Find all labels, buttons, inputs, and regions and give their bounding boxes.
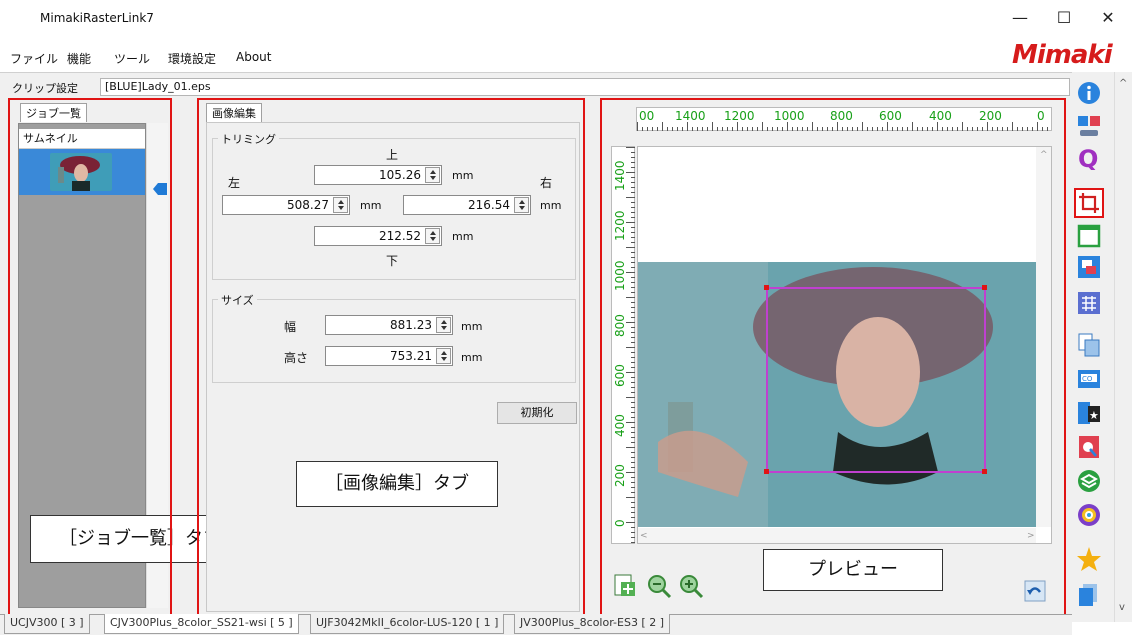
maximize-button[interactable]: ☐ xyxy=(1044,6,1084,30)
tab-printer-ucjv300[interactable]: UCJV300 [ 3 ] xyxy=(4,614,90,634)
color-adjust-icon[interactable] xyxy=(1076,502,1102,528)
menu-settings[interactable]: 環境設定 xyxy=(168,50,216,67)
print-icon[interactable] xyxy=(1076,582,1102,608)
preview-panel-highlight xyxy=(600,98,1066,618)
tile-icon[interactable] xyxy=(1076,254,1102,280)
copy-icon[interactable] xyxy=(1076,332,1102,358)
layout-icon[interactable] xyxy=(1076,223,1102,249)
tab-printer-ujf3042[interactable]: UJF3042MkII_6color-LUS-120 [ 1 ] xyxy=(310,614,505,634)
svg-text:CO: CO xyxy=(1082,375,1093,383)
info-icon[interactable] xyxy=(1076,80,1102,106)
layer-icon[interactable] xyxy=(1076,468,1102,494)
favorites-icon[interactable] xyxy=(1076,546,1102,572)
menu-function[interactable]: 機能 xyxy=(67,50,91,67)
color-replace-icon[interactable]: CO xyxy=(1076,366,1102,392)
menu-file[interactable]: ファイル xyxy=(10,50,58,67)
tab-printer-jv300plus[interactable]: JV300Plus_8color-ES3 [ 2 ] xyxy=(514,614,671,634)
toolbar-scroll-up-icon[interactable]: ^ xyxy=(1119,78,1127,89)
minimize-button[interactable]: — xyxy=(1000,6,1040,30)
svg-text:Q: Q xyxy=(1078,145,1098,170)
function-toolbar-scrollbar[interactable]: ^ v xyxy=(1114,72,1132,622)
step-repeat-icon[interactable] xyxy=(1076,290,1102,316)
crop-icon[interactable] xyxy=(1076,190,1102,216)
window-title: MimakiRasterLink7 xyxy=(40,11,154,25)
special-plate-icon[interactable]: ★ xyxy=(1076,400,1102,426)
clip-settings-label: クリップ設定 xyxy=(12,82,78,95)
toolbar-scroll-down-icon[interactable]: v xyxy=(1119,602,1125,613)
mimaki-logo: Mimaki xyxy=(1012,40,1113,70)
quality-icon[interactable]: Q xyxy=(1076,144,1102,170)
svg-text:★: ★ xyxy=(1089,409,1099,422)
close-button[interactable]: ✕ xyxy=(1088,6,1128,30)
clip-file-field: [BLUE]Lady_01.eps xyxy=(100,78,1070,96)
image-edit-panel-highlight xyxy=(197,98,585,618)
menu-tools[interactable]: ツール xyxy=(114,50,150,67)
cut-icon[interactable] xyxy=(1076,434,1102,460)
title-bar xyxy=(0,0,1132,40)
menu-about[interactable]: About xyxy=(236,50,271,64)
job-properties-icon[interactable] xyxy=(1076,113,1102,139)
job-list-panel-highlight xyxy=(8,98,172,618)
tab-printer-cjv300plus[interactable]: CJV300Plus_8color_SS21-wsi [ 5 ] xyxy=(104,614,299,634)
